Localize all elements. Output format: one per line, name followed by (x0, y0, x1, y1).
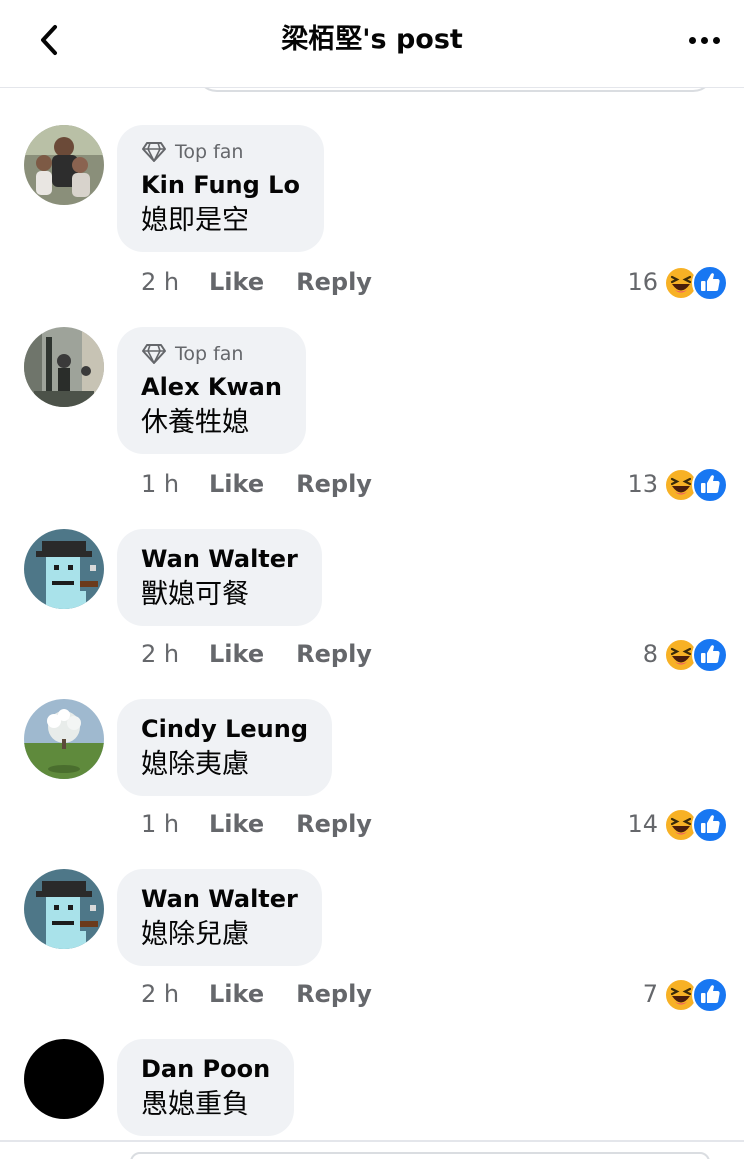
comment-bubble[interactable]: Cindy Leung 媳除夷慮 (117, 699, 333, 796)
comment-time: 1 h (141, 810, 180, 838)
comment-bubble[interactable]: Top fan Kin Fung Lo 媳即是空 (117, 125, 324, 252)
like-button[interactable]: Like (209, 980, 264, 1008)
comment-actions: 2 h Like Reply (141, 634, 404, 674)
comment-text: 媳除夷慮 (141, 749, 249, 780)
reaction-count: 14 (627, 810, 658, 838)
reply-button[interactable]: Reply (296, 470, 372, 498)
top-fan-label: Top fan (175, 343, 244, 365)
avatar[interactable] (24, 125, 104, 205)
composer-divider (0, 1140, 744, 1142)
like-reaction-icon (692, 265, 728, 301)
comment-time: 2 h (141, 980, 180, 1008)
reaction-summary[interactable]: 8 (643, 634, 728, 674)
comment-time: 2 h (141, 640, 180, 668)
top-fan-badge: Top fan (141, 340, 282, 368)
comment-actions: 1 h Like Reply (141, 464, 404, 504)
comment-text: 愚媳重負 (141, 1089, 249, 1120)
like-button[interactable]: Like (209, 268, 264, 296)
like-reaction-icon (692, 467, 728, 503)
reply-button[interactable]: Reply (296, 810, 372, 838)
reaction-summary[interactable]: 16 (627, 262, 728, 302)
reaction-count: 13 (627, 470, 658, 498)
comment-author[interactable]: Wan Walter (141, 542, 298, 576)
like-button[interactable]: Like (209, 810, 264, 838)
diamond-icon (141, 141, 167, 163)
comment-author[interactable]: Wan Walter (141, 882, 298, 916)
top-bar: 梁栢堅's post (0, 0, 744, 88)
avatar[interactable] (24, 1039, 104, 1119)
more-options-button[interactable] (684, 26, 724, 54)
comment-bubble[interactable]: Dan Poon 愚媳重負 (117, 1039, 295, 1136)
reaction-summary[interactable]: 7 (643, 974, 728, 1014)
avatar[interactable] (24, 699, 104, 779)
reply-button[interactable]: Reply (296, 268, 372, 296)
like-reaction-icon (692, 807, 728, 843)
comment-bubble[interactable]: Wan Walter 獸媳可餐 (117, 529, 322, 626)
comment-bubble[interactable]: Top fan Alex Kwan 休養牲媳 (117, 327, 306, 454)
comment-time: 2 h (141, 268, 180, 296)
reaction-summary[interactable]: 13 (627, 464, 728, 504)
like-reaction-icon (692, 637, 728, 673)
comment-bubble[interactable]: Wan Walter 媳除兒慮 (117, 869, 322, 966)
comment-text: 休養牲媳 (141, 407, 249, 438)
comment-text: 媳即是空 (141, 205, 249, 236)
diamond-icon (141, 343, 167, 365)
avatar[interactable] (24, 327, 104, 407)
reaction-summary[interactable]: 14 (627, 804, 728, 844)
comment-composer[interactable] (130, 1152, 710, 1159)
page-title: 梁栢堅's post (281, 24, 463, 55)
comment-text: 媳除兒慮 (141, 919, 249, 950)
like-button[interactable]: Like (209, 640, 264, 668)
comment-text: 獸媳可餐 (141, 579, 249, 610)
reaction-count: 16 (627, 268, 658, 296)
comment-author[interactable]: Dan Poon (141, 1052, 270, 1086)
comment-actions: 1 h Like Reply (141, 804, 404, 844)
avatar[interactable] (24, 869, 104, 949)
more-dots-icon (688, 36, 696, 44)
reply-button[interactable]: Reply (296, 980, 372, 1008)
comment-author[interactable]: Kin Fung Lo (141, 168, 300, 202)
like-button[interactable]: Like (209, 470, 264, 498)
comment-author[interactable]: Alex Kwan (141, 370, 282, 404)
reply-button[interactable]: Reply (296, 640, 372, 668)
comment-time: 1 h (141, 470, 180, 498)
comment-author[interactable]: Cindy Leung (141, 712, 308, 746)
comment-actions: 2 h Like Reply (141, 974, 404, 1014)
like-reaction-icon (692, 977, 728, 1013)
top-fan-badge: Top fan (141, 138, 300, 166)
comment-actions: 2 h Like Reply (141, 262, 404, 302)
avatar[interactable] (24, 529, 104, 609)
top-fan-label: Top fan (175, 141, 244, 163)
reaction-count: 8 (642, 640, 658, 668)
reaction-count: 7 (642, 980, 658, 1008)
